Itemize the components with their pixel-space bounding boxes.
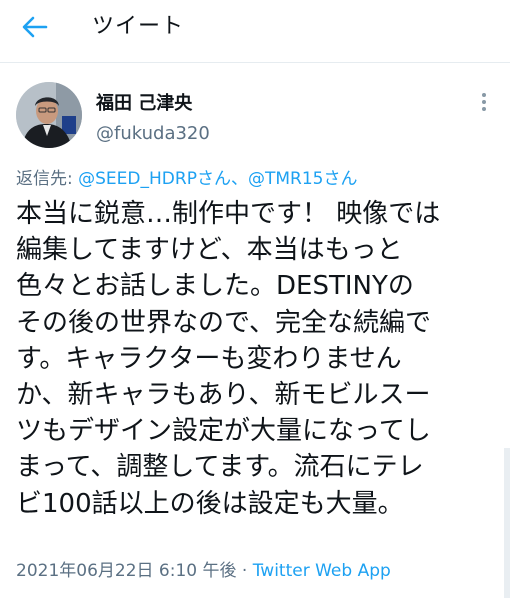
tweet-source-link[interactable]: Twitter Web App	[253, 561, 391, 581]
tweet-timestamp[interactable]: 2021年06月22日 6:10 午後	[16, 561, 237, 581]
profile-photo-icon	[16, 82, 82, 148]
tweet-line: 編集してますけど、本当はもっと	[16, 235, 403, 266]
back-button[interactable]	[18, 12, 52, 42]
tweet-text: 本当に鋭意…制作中です！ 映像では 編集してますけど、本当はもっと 色々とお話し…	[16, 196, 496, 522]
more-options-button[interactable]	[474, 90, 494, 114]
scrollbar[interactable]	[504, 448, 510, 598]
tweet-line: か、新キャラもあり、新モビルスー	[16, 380, 431, 411]
tweet-line: その後の世界なので、完全な続編で	[16, 307, 431, 338]
tweet-line: ツもデザイン設定が大量になってし	[16, 416, 431, 447]
replying-to: 返信先: @SEED_HDRPさん、@TMR15さん	[16, 167, 357, 191]
mention-seed-hdrp[interactable]: @SEED_HDRPさん	[78, 169, 231, 189]
tweet-line: 本当に鋭意…制作中です！ 映像では	[16, 199, 441, 229]
author-name[interactable]: 福田 己津央	[96, 92, 192, 116]
author-handle[interactable]: @fukuda320	[96, 122, 210, 146]
avatar[interactable]	[16, 82, 82, 148]
tweet-line: ビ100話以上の後は設定も大量。	[16, 488, 404, 519]
vertical-dots-icon	[482, 93, 486, 111]
mention-tmr15[interactable]: @TMR15さん	[248, 169, 358, 189]
mention-separator: 、	[230, 169, 248, 189]
tweet-line: まって、調整してます。流石にテレ	[16, 452, 424, 483]
app-header: ツイート	[0, 0, 510, 56]
page-title: ツイート	[92, 14, 185, 39]
tweet-meta: 2021年06月22日 6:10 午後 · Twitter Web App	[16, 559, 391, 583]
back-arrow-icon	[22, 16, 48, 38]
meta-separator: ·	[236, 561, 253, 581]
tweet-line: 色々とお話しました。DESTINYの	[16, 271, 414, 302]
header-divider	[0, 62, 510, 63]
tweet-line: す。キャラクターも変わりません	[16, 343, 402, 374]
reply-prefix: 返信先:	[16, 169, 79, 189]
